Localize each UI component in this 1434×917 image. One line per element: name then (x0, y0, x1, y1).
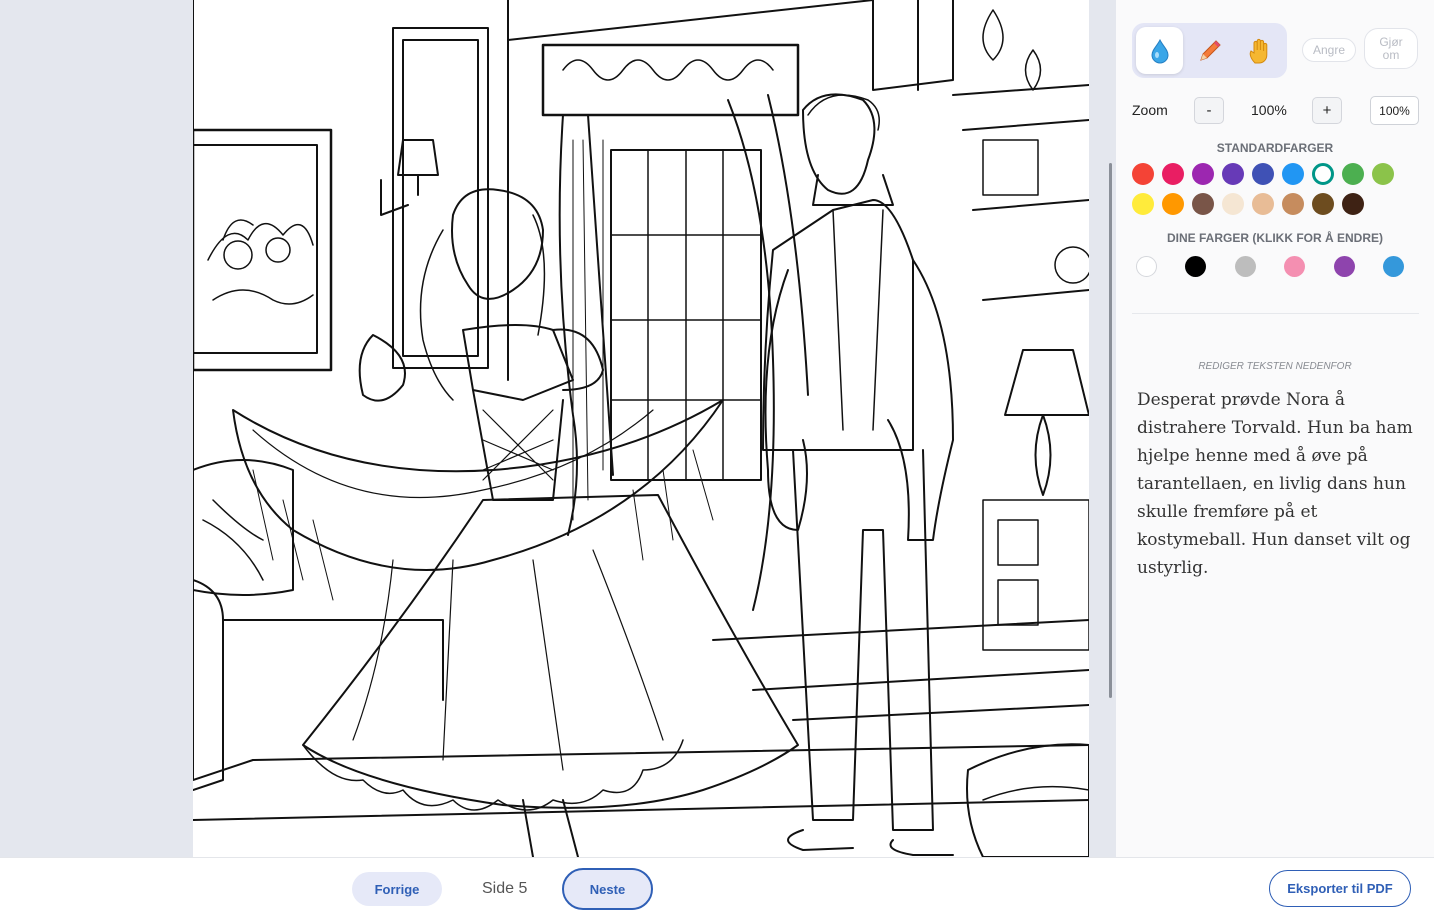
wall-sconce (380, 139, 439, 216)
export-pdf-button[interactable]: Eksporter til PDF (1269, 870, 1411, 907)
custom-color-swatch[interactable] (1136, 256, 1157, 277)
redo-button[interactable]: Gjør om (1364, 28, 1418, 69)
panel-divider (1132, 313, 1419, 314)
zoom-value: 100% (1251, 102, 1287, 118)
tool-panel: Angre Gjør om Zoom - 100% + 100% STANDAR… (1116, 0, 1434, 857)
next-page-button[interactable]: Neste (562, 868, 653, 910)
man-figure (762, 93, 954, 856)
room-background (193, 0, 1089, 821)
pan-tool-button[interactable] (1236, 27, 1283, 74)
hand-icon (1249, 38, 1267, 63)
standard-color-swatch[interactable] (1132, 163, 1154, 185)
bookshelf (952, 9, 1089, 651)
custom-color-swatch[interactable] (1383, 256, 1404, 277)
standard-color-swatch[interactable] (1282, 193, 1304, 215)
standard-color-swatch[interactable] (1372, 163, 1394, 185)
zoom-reset-button[interactable]: 100% (1370, 96, 1419, 125)
story-text-editor[interactable]: Desperat prøvde Nora å distrahere Torval… (1137, 386, 1422, 582)
standard-color-swatch[interactable] (1162, 193, 1184, 215)
bottom-navigation-bar: Forrige Side 5 Neste Eksporter til PDF (0, 857, 1434, 917)
vertical-scrollbar[interactable] (1109, 163, 1112, 698)
zoom-out-button[interactable]: - (1194, 97, 1224, 124)
standard-color-swatch[interactable] (1222, 163, 1244, 185)
standard-color-swatch[interactable] (1282, 163, 1304, 185)
page-indicator: Side 5 (482, 880, 528, 897)
standard-color-swatch[interactable] (1222, 193, 1244, 215)
edit-text-label: REDIGER TEKSTEN NEDENFOR (1198, 361, 1352, 372)
custom-color-swatch[interactable] (1284, 256, 1306, 277)
standard-color-swatch[interactable] (1252, 163, 1274, 185)
standard-color-swatch[interactable] (1192, 163, 1214, 185)
zoom-label: Zoom (1132, 102, 1168, 118)
standard-color-swatch[interactable] (1162, 163, 1184, 185)
standard-color-swatch[interactable] (1132, 193, 1154, 215)
tool-selector (1132, 23, 1287, 78)
canvas-area (0, 0, 1116, 857)
standard-colors-title: STANDARDFARGER (1216, 141, 1334, 155)
standard-color-swatch[interactable] (1342, 163, 1364, 185)
standard-color-swatch[interactable] (1192, 193, 1214, 215)
custom-color-swatch[interactable] (1234, 256, 1256, 277)
sofa (193, 459, 444, 791)
custom-colors-title: DINE FARGER (KLIKK FOR Å ENDRE) (1167, 231, 1383, 245)
pencil-tool-button[interactable] (1186, 27, 1233, 74)
fill-tool-button[interactable] (1136, 27, 1183, 74)
custom-color-swatch[interactable] (1185, 256, 1207, 277)
custom-color-swatch[interactable] (1333, 256, 1355, 277)
wall-picture (193, 128, 333, 372)
water-drop-icon (1150, 38, 1169, 63)
standard-color-swatch[interactable] (1312, 193, 1334, 215)
undo-button[interactable]: Angre (1302, 38, 1356, 62)
pencil-icon (1199, 39, 1221, 61)
coloring-page[interactable] (193, 0, 1089, 857)
standard-color-swatch[interactable] (1252, 193, 1274, 215)
previous-page-button[interactable]: Forrige (352, 872, 442, 906)
standard-color-swatch[interactable] (1312, 163, 1334, 185)
zoom-in-button[interactable]: + (1312, 97, 1342, 124)
standard-color-swatch[interactable] (1342, 193, 1364, 215)
